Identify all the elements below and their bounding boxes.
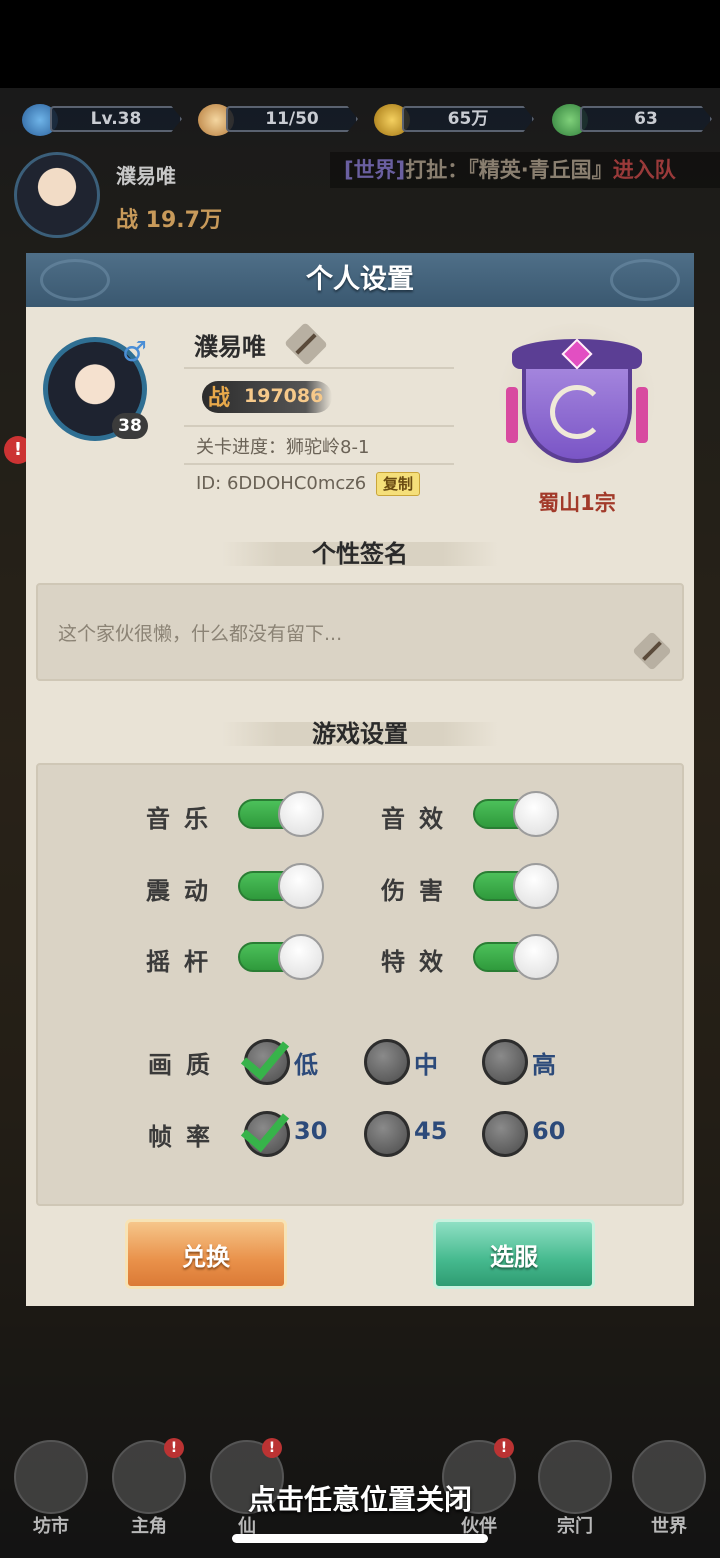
radio-circle xyxy=(364,1111,410,1157)
divider xyxy=(184,425,454,427)
close-hint: 点击任意位置关闭 xyxy=(247,1483,472,1516)
header-avatar xyxy=(14,152,100,238)
radio-label: 高 xyxy=(532,1051,556,1079)
profile-name: 濮易唯 xyxy=(194,333,266,361)
toggle-knob xyxy=(278,934,324,980)
radio-label: 45 xyxy=(414,1117,448,1145)
radio-label: 60 xyxy=(532,1117,566,1145)
quality-label: 画质 xyxy=(148,1051,224,1079)
effects-toggle[interactable] xyxy=(473,934,561,980)
divider xyxy=(184,463,454,465)
joystick-toggle[interactable] xyxy=(238,934,326,980)
radio-circle xyxy=(364,1039,410,1085)
section-title-text: 个性签名 xyxy=(312,540,408,568)
level-value: Lv.38 xyxy=(50,106,182,132)
chat-channel-tag: [世界] xyxy=(344,158,406,182)
guild-emblem[interactable] xyxy=(492,323,662,473)
radio-label: 低 xyxy=(294,1051,318,1079)
level-resource: Lv.38 xyxy=(22,104,192,136)
power-badge: 战 197086 xyxy=(202,381,332,413)
toggle-knob xyxy=(513,791,559,837)
home-indicator[interactable] xyxy=(232,1534,488,1543)
alert-dot: ! xyxy=(494,1438,514,1458)
divider xyxy=(184,367,454,369)
joystick-label: 摇杆 xyxy=(146,948,222,976)
world-chat-ticker: [世界]打扯：『精英·青丘国』进入队 xyxy=(330,152,720,188)
game-settings-panel: 音乐 音效 震动 伤害 摇杆 特效 画质 低 中 高 帧率 30 45 60 xyxy=(36,763,684,1206)
chat-message: 打扯：『精英·青丘国』 xyxy=(405,158,613,182)
signature-text: 这个家伙很懒，什么都没有留下... xyxy=(58,623,343,645)
music-toggle[interactable] xyxy=(238,791,326,837)
game-settings-section-title: 游戏设置 xyxy=(222,716,498,752)
signature-section-title: 个性签名 xyxy=(222,536,498,572)
signature-box[interactable]: 这个家伙很懒，什么都没有留下... xyxy=(36,583,684,681)
edit-signature-icon[interactable] xyxy=(632,631,672,671)
select-server-button[interactable]: 选服 xyxy=(433,1219,595,1289)
tassel-icon xyxy=(506,387,518,443)
sfx-toggle[interactable] xyxy=(473,791,561,837)
player-id: ID: 6DDOHC0mcz6 xyxy=(196,473,367,494)
modal-title: 个人设置 xyxy=(306,264,414,295)
jade-value: 63 xyxy=(580,106,712,132)
player-header: 濮易唯 战 19.7万 xyxy=(12,150,332,240)
stage-progress: 关卡进度：狮驼岭8-1 xyxy=(196,437,370,458)
guild-name: 蜀山1宗 xyxy=(538,491,616,515)
level-badge: 38 xyxy=(112,413,148,439)
chat-suffix: 进入队 xyxy=(612,158,676,182)
alert-dot: ! xyxy=(164,1438,184,1458)
tassel-icon xyxy=(636,387,648,443)
radio-label: 30 xyxy=(294,1117,328,1145)
header-power: 战 19.7万 xyxy=(116,208,222,233)
copy-id-button[interactable]: 复制 xyxy=(376,472,421,496)
radio-circle xyxy=(482,1039,528,1085)
edit-name-icon[interactable] xyxy=(284,322,328,366)
modal-header: 个人设置 xyxy=(26,253,694,307)
toggle-knob xyxy=(278,791,324,837)
male-icon: ♂ xyxy=(122,335,148,368)
coin-value: 65万 xyxy=(402,106,534,132)
effects-label: 特效 xyxy=(381,948,457,976)
music-label: 音乐 xyxy=(146,805,222,833)
damage-toggle[interactable] xyxy=(473,863,561,909)
dragon-icon xyxy=(550,385,604,439)
power-value: 197086 xyxy=(244,385,324,407)
power-prefix: 战 xyxy=(208,386,231,411)
vibration-label: 震动 xyxy=(146,877,222,905)
alert-dot: ! xyxy=(262,1438,282,1458)
toggle-knob xyxy=(513,863,559,909)
fps-label: 帧率 xyxy=(148,1123,224,1151)
stamina-value: 11/50 xyxy=(226,106,358,132)
header-player-name: 濮易唯 xyxy=(116,164,176,188)
jade-resource: 63 xyxy=(552,104,720,136)
section-title-text: 游戏设置 xyxy=(312,720,408,748)
sfx-label: 音效 xyxy=(381,805,457,833)
damage-label: 伤害 xyxy=(381,877,457,905)
stamina-resource: 11/50 xyxy=(198,104,368,136)
toggle-knob xyxy=(278,863,324,909)
radio-label: 中 xyxy=(414,1051,438,1079)
radio-circle xyxy=(482,1111,528,1157)
coin-resource: 65万 xyxy=(374,104,544,136)
vibration-toggle[interactable] xyxy=(238,863,326,909)
exchange-button[interactable]: 兑换 xyxy=(125,1219,287,1289)
toggle-knob xyxy=(513,934,559,980)
personal-settings-modal: 个人设置 ♂ 38 濮易唯 战 197086 关卡进度：狮驼岭8-1 ID: 6… xyxy=(26,253,694,1306)
